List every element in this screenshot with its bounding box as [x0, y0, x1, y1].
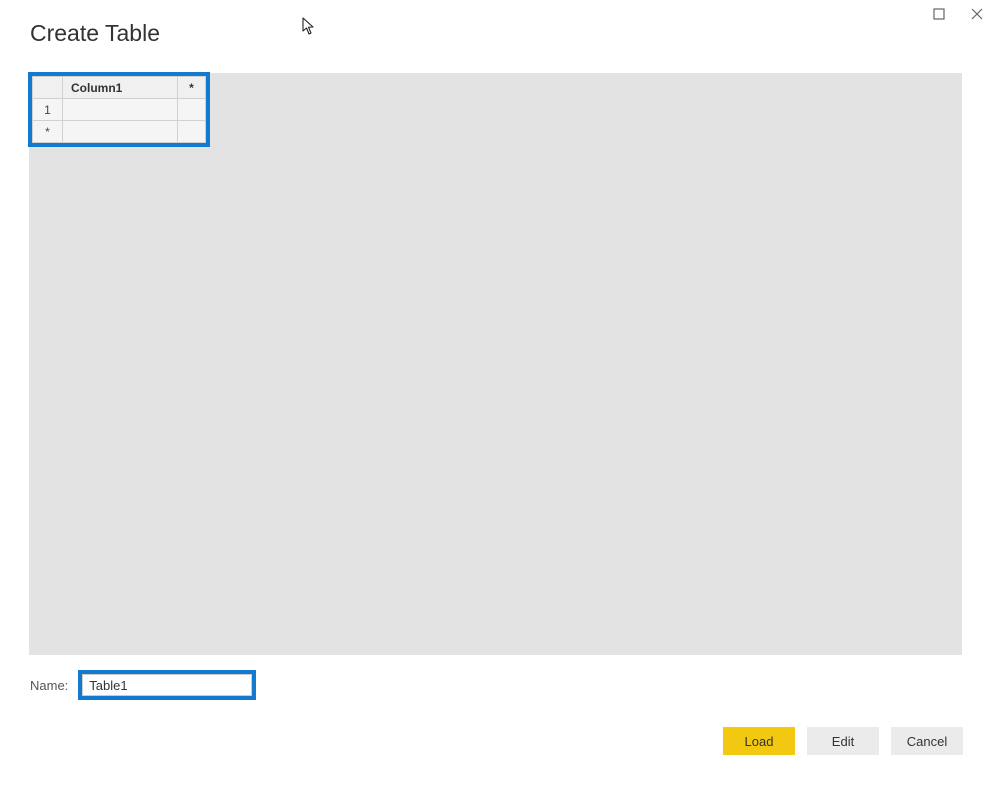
data-entry-table[interactable]: Column1 * 1 * — [32, 76, 206, 143]
close-button[interactable] — [965, 2, 989, 26]
table-row[interactable]: * — [33, 121, 206, 143]
add-column-marker[interactable]: * — [178, 77, 206, 99]
edit-button[interactable]: Edit — [807, 727, 879, 755]
dialog-title: Create Table — [30, 20, 160, 47]
cell-extra — [178, 99, 206, 121]
window-controls — [927, 2, 989, 26]
close-icon — [971, 8, 983, 20]
table-row[interactable]: 1 — [33, 99, 206, 121]
cell-extra — [178, 121, 206, 143]
row-header-corner — [33, 77, 63, 99]
column-header[interactable]: Column1 — [63, 77, 178, 99]
maximize-icon — [933, 8, 945, 20]
load-button[interactable]: Load — [723, 727, 795, 755]
table-preview: Column1 * 1 * — [28, 72, 210, 147]
name-row: Name: — [30, 670, 256, 700]
cell[interactable] — [63, 99, 178, 121]
row-number: 1 — [33, 99, 63, 121]
cursor-icon — [302, 17, 317, 41]
cancel-button[interactable]: Cancel — [891, 727, 963, 755]
table-name-input[interactable] — [82, 674, 252, 696]
cell[interactable] — [63, 121, 178, 143]
name-input-highlight — [78, 670, 256, 700]
table-grid-area[interactable]: Column1 * 1 * — [29, 73, 962, 655]
name-label: Name: — [30, 678, 68, 693]
row-number: * — [33, 121, 63, 143]
maximize-button[interactable] — [927, 2, 951, 26]
dialog-button-row: Load Edit Cancel — [723, 727, 963, 755]
